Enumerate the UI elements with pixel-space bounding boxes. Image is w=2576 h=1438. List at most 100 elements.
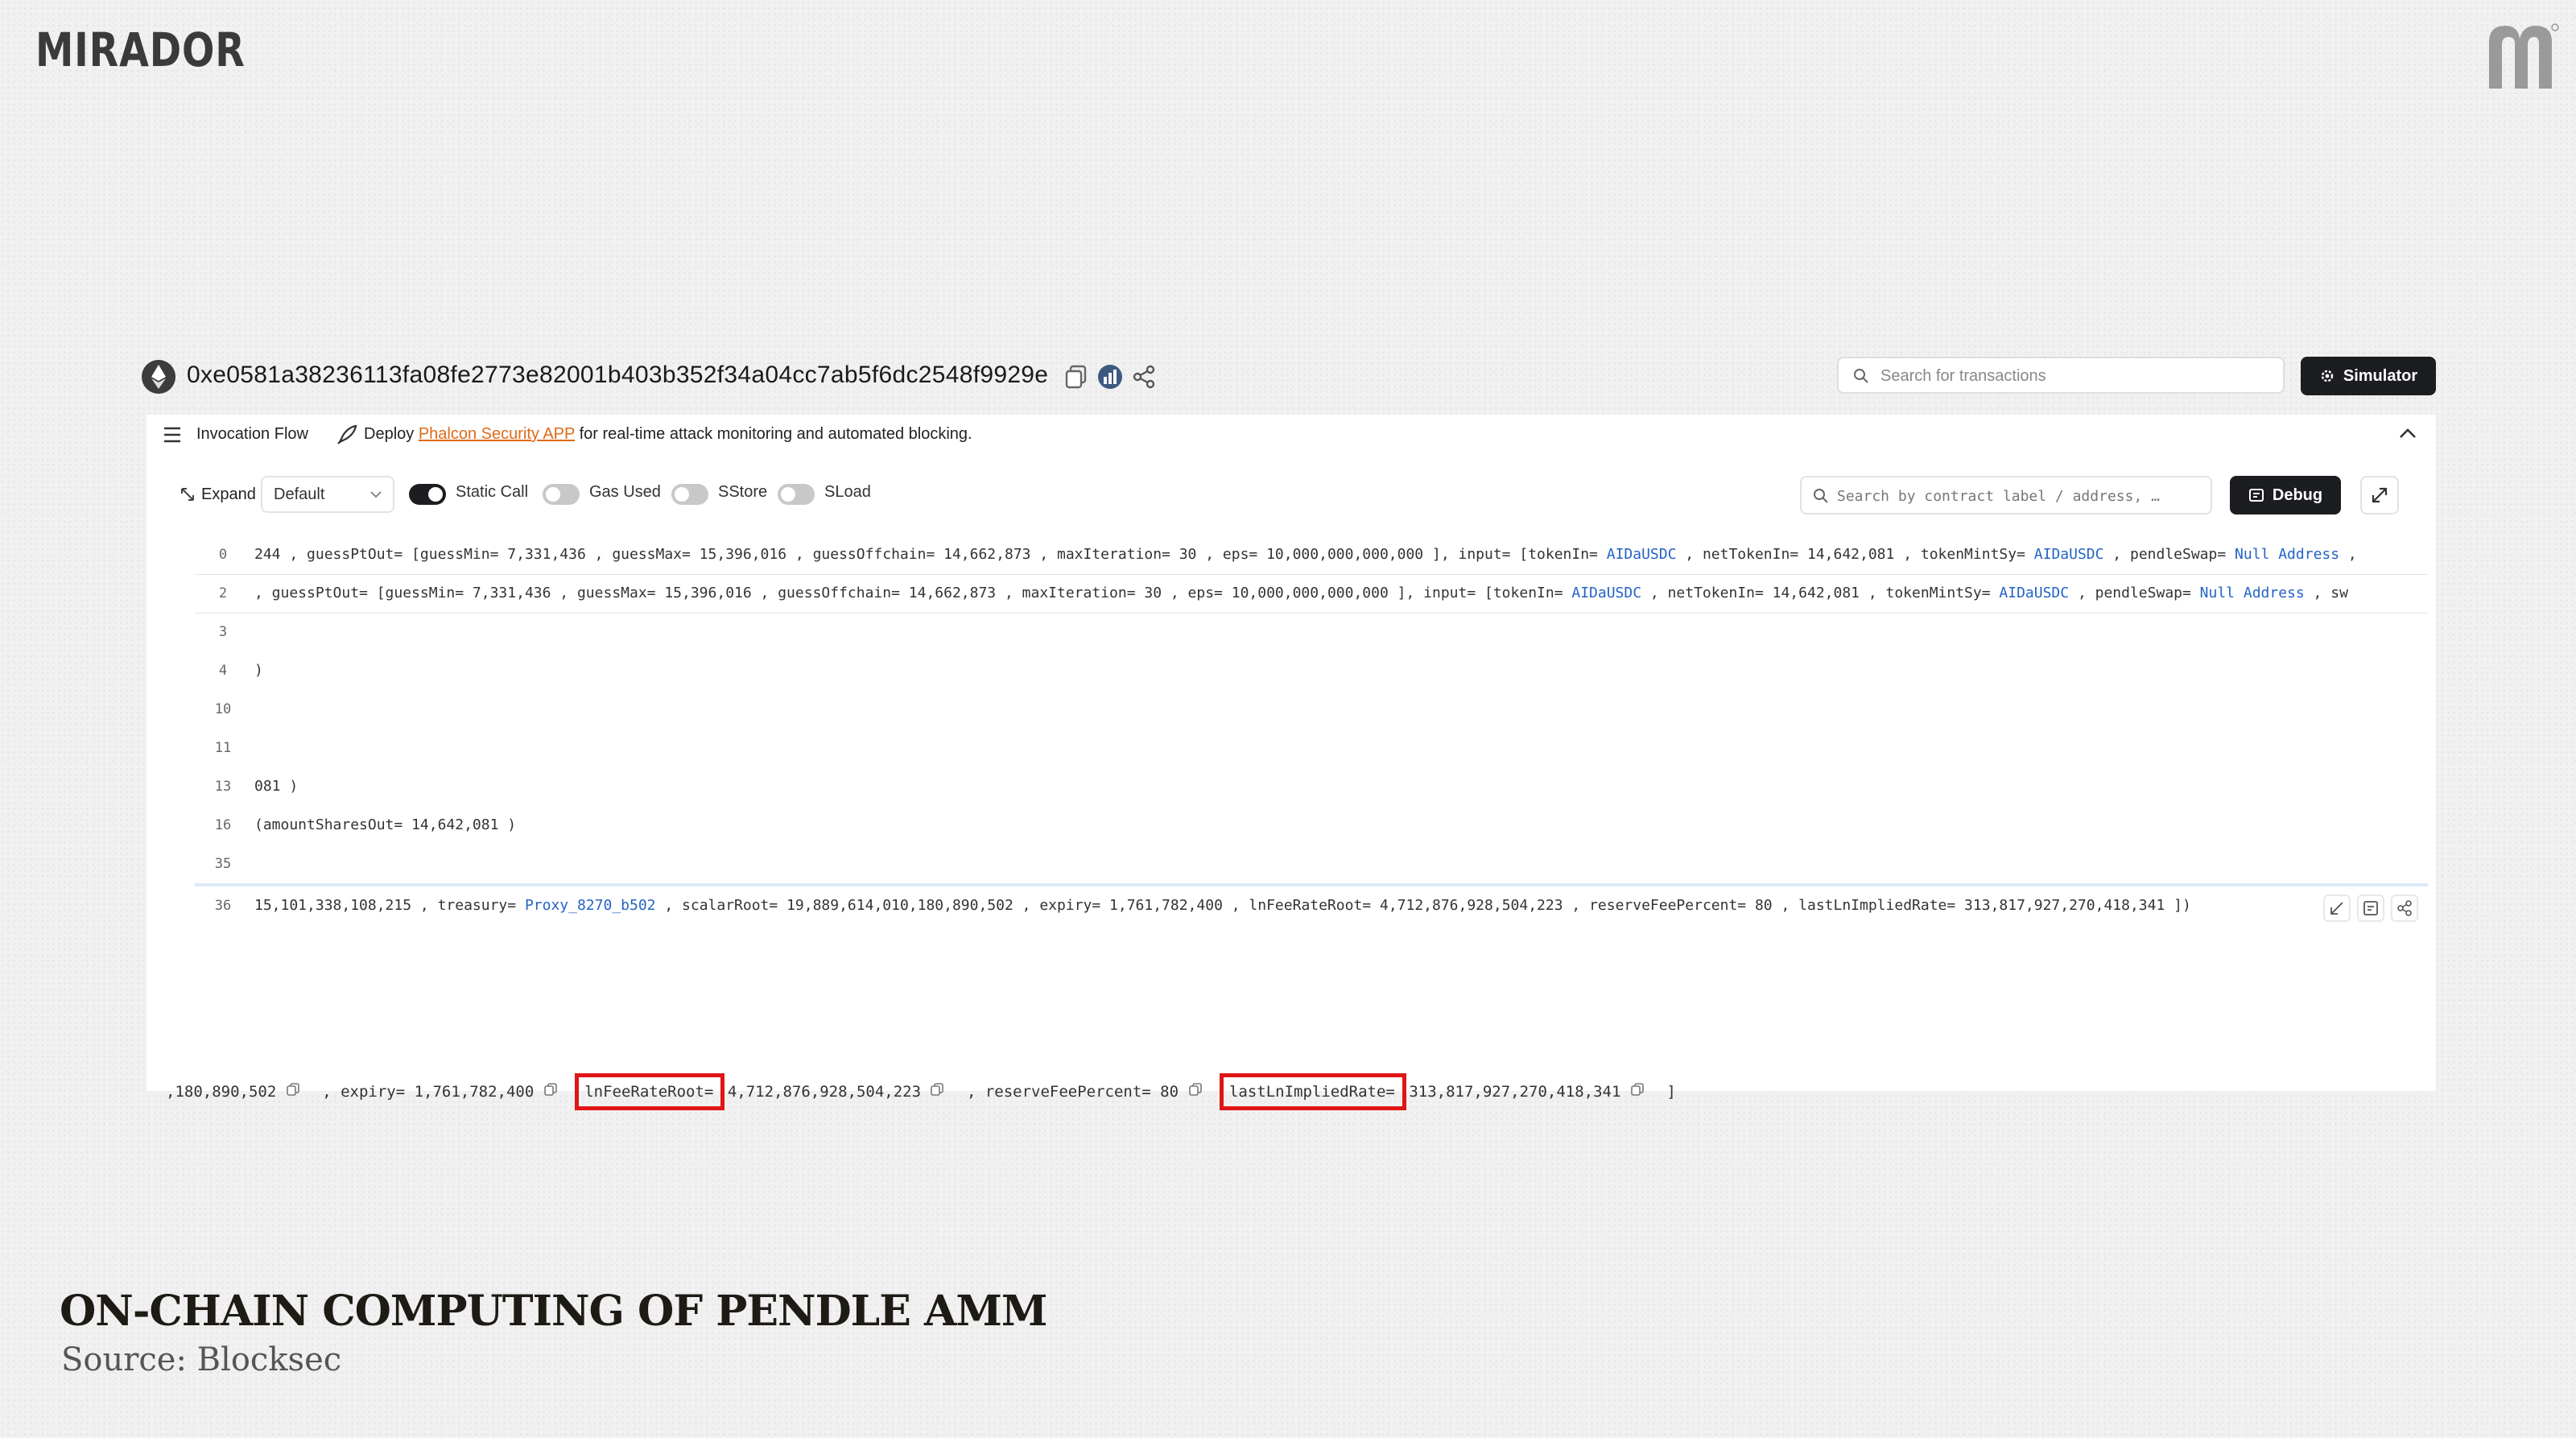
eth-logo-icon [142, 360, 175, 394]
trace-row[interactable]: 4) [195, 651, 2428, 690]
copy-icon[interactable] [543, 1082, 558, 1097]
detail-tail: ] [1666, 1083, 1676, 1101]
collapse-button[interactable] [2323, 895, 2351, 922]
copy-icon[interactable] [286, 1082, 300, 1097]
mirador-logo-icon [2489, 23, 2559, 89]
debug-button[interactable]: Debug [2230, 476, 2341, 514]
line-number: 2 [218, 585, 228, 601]
detail-reserve-fee: , reserveFeePercent= 80 [966, 1083, 1179, 1101]
sload-toggle[interactable] [778, 484, 815, 505]
copy-icon[interactable] [930, 1082, 944, 1097]
fullscreen-button[interactable] [2360, 476, 2399, 514]
simulator-label: Simulator [2343, 366, 2418, 385]
invocation-flow-bar: Invocation Flow Deploy Phalcon Security … [147, 415, 2436, 453]
line-number: 11 [214, 740, 232, 756]
expand-select[interactable]: Default [261, 476, 394, 513]
menu-icon[interactable] [163, 426, 182, 444]
debug-icon [2248, 489, 2264, 502]
copy-icon[interactable] [1630, 1082, 1645, 1097]
code-button[interactable] [2357, 895, 2384, 922]
trace-call: ) [254, 662, 263, 679]
simulator-button[interactable]: Simulator [2301, 357, 2436, 395]
trace-row[interactable]: 3 [195, 613, 2428, 651]
trace-row[interactable]: 13 081 ) [195, 767, 2428, 806]
address-link[interactable]: Null Address [2235, 546, 2339, 563]
address-link[interactable]: AIDaUSDC [1999, 585, 2069, 601]
share-icon[interactable] [1130, 363, 1158, 390]
collapse-icon [2330, 902, 2343, 915]
trace-controls: Expand Default Static Call Gas Used SSto… [147, 471, 2436, 519]
line-number: 13 [214, 779, 232, 795]
static-call-label: Static Call [456, 483, 529, 501]
chart-icon[interactable] [1096, 363, 1124, 390]
trace-text: (amountSharesOut= 14,642,081 ) [254, 816, 517, 833]
address-link[interactable]: AIDaUSDC [1607, 546, 1677, 563]
sstore-toggle[interactable] [671, 484, 708, 505]
expand-label: Expand [201, 486, 256, 503]
trace-text: , sw [2304, 585, 2348, 601]
gas-used-toggle[interactable] [543, 484, 580, 505]
line-number: 0 [218, 547, 228, 563]
chevron-up-icon[interactable] [2397, 424, 2418, 442]
trace-row[interactable]: 36 15,101,338,108,215 , treasury= Proxy_8… [195, 883, 2428, 925]
share-button[interactable] [2391, 895, 2418, 922]
chevron-down-icon [370, 491, 382, 498]
fullscreen-icon [2372, 487, 2388, 503]
lnfeerateroot-value: 4,712,876,928,504,223 [727, 1083, 922, 1101]
sload-label: SLoad [824, 483, 871, 501]
line-number: 35 [214, 856, 232, 872]
detail-expiry: , expiry= 1,761,782,400 [322, 1083, 535, 1101]
line-number: 3 [218, 624, 228, 640]
trace-text: 15,101,338,108,215 , treasury= [254, 897, 525, 914]
expand-icon [181, 488, 194, 501]
trace-text: , guessPtOut= [guessMin= 7,331,436 , gue… [254, 585, 1572, 601]
transaction-header: 0xe0581a38236113fa08fe2773e82001b403b352… [138, 352, 2436, 400]
gas-used-label: Gas Used [589, 483, 661, 501]
trace-text: , netTokenIn= 14,642,081 , tokenMintSy= [1676, 546, 2034, 563]
gear-icon [2321, 370, 2334, 382]
highlight-box [575, 1073, 725, 1110]
copy-icon[interactable] [1063, 363, 1090, 390]
contract-search-input[interactable] [1835, 477, 2206, 514]
address-link[interactable]: AIDaUSDC [1571, 585, 1641, 601]
transaction-search[interactable] [1837, 357, 2285, 394]
line-number: 16 [214, 817, 232, 833]
trace-row[interactable]: 10 [195, 690, 2428, 729]
line-number: 10 [214, 701, 232, 717]
address-link[interactable]: Null Address [2200, 585, 2305, 601]
code-icon [2363, 901, 2378, 915]
search-icon [1814, 489, 1828, 503]
trace-text: ) [254, 662, 263, 679]
highlight-box [1219, 1073, 1406, 1110]
phalcon-link[interactable]: Phalcon Security APP [419, 425, 575, 443]
trace-call: , guessPtOut= [guessMin= 7,331,436 , gue… [254, 585, 2348, 601]
caption-title: ON-CHAIN COMPUTING OF PENDLE AMM [60, 1287, 1047, 1336]
invocation-flow-label: Invocation Flow [196, 425, 308, 443]
caption-source: Source: Blocksec [61, 1341, 342, 1378]
trace-text: , pendleSwap= [2103, 546, 2235, 563]
deploy-banner: Deploy Phalcon Security APP for real-tim… [364, 425, 972, 443]
debug-label: Debug [2272, 486, 2323, 504]
trace-text: , pendleSwap= [2069, 585, 2200, 601]
trace-row[interactable]: 35 [195, 845, 2428, 883]
trace-row[interactable]: 11 [195, 729, 2428, 767]
lastlnimpliedrate-value: 313,817,927,270,418,341 [1409, 1083, 1621, 1101]
transaction-hash: 0xe0581a38236113fa08fe2773e82001b403b352… [187, 362, 1049, 388]
invocation-flow-card: Invocation Flow Deploy Phalcon Security … [147, 415, 2436, 1110]
address-link[interactable]: AIDaUSDC [2034, 546, 2104, 563]
detail-scalar-tail: ,180,890,502 [166, 1083, 277, 1101]
trace-call: 15,101,338,108,215 , treasury= Proxy_827… [254, 897, 2191, 914]
trace-row[interactable]: 16 (amountSharesOut= 14,642,081 ) [195, 806, 2428, 845]
copy-icon[interactable] [1188, 1082, 1203, 1097]
sstore-label: SStore [718, 483, 768, 501]
address-link[interactable]: Proxy_8270_b502 [525, 897, 656, 914]
transaction-search-input[interactable] [1879, 358, 2277, 394]
expand-select-value: Default [274, 486, 325, 503]
trace-text: , netTokenIn= 14,642,081 , tokenMintSy= [1641, 585, 2000, 601]
trace-row[interactable]: 2 , guessPtOut= [guessMin= 7,331,436 , gu… [195, 574, 2428, 614]
row-actions [2323, 895, 2428, 924]
contract-search[interactable] [1800, 476, 2212, 514]
trace-row[interactable]: 0 244 , guessPtOut= [guessMin= 7,331,436 … [195, 535, 2428, 575]
trace-text: 081 ) [254, 778, 299, 795]
static-call-toggle[interactable] [409, 484, 446, 505]
